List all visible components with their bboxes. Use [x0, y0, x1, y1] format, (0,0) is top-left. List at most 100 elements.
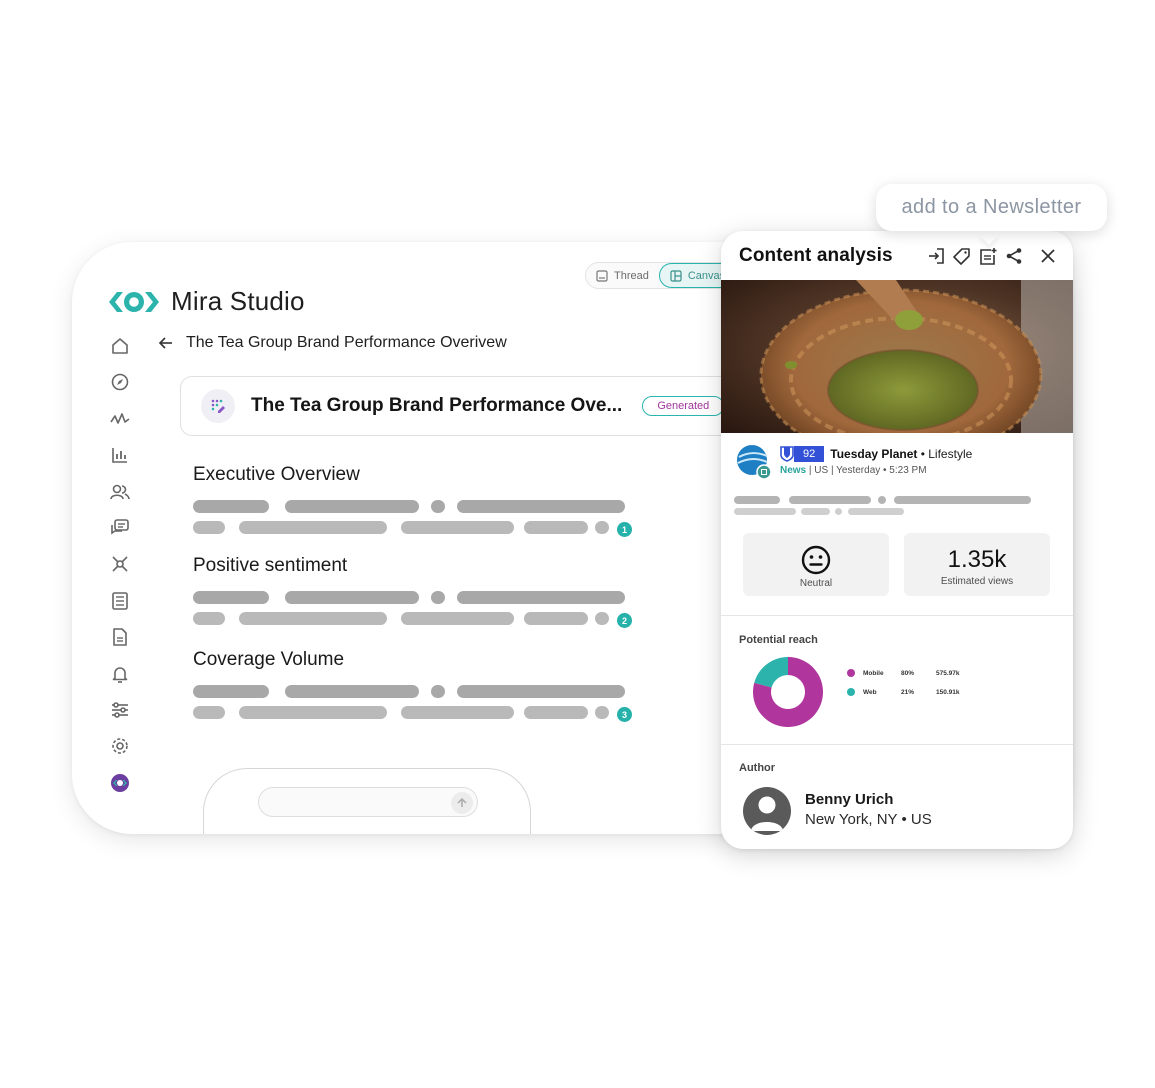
newsletter-icon	[980, 248, 997, 265]
share-button[interactable]	[1005, 247, 1023, 265]
chat-icon	[111, 519, 129, 535]
content-analysis-panel: Content analysis 92 Tuesday Planet • Lif…	[721, 231, 1073, 849]
sidebar	[108, 334, 132, 807]
reach-title: Potential reach	[739, 634, 818, 646]
breadcrumb: The Tea Group Brand Performance Overivew	[158, 334, 507, 352]
brand: Mira Studio	[109, 286, 305, 317]
citation-badge[interactable]: 3	[617, 707, 632, 722]
section-positive-sentiment: Positive sentiment 2	[193, 555, 653, 633]
newsletter-button[interactable]	[979, 247, 997, 265]
toggle-thread[interactable]: Thread	[596, 263, 659, 288]
close-icon	[1041, 249, 1055, 263]
views-label: Estimated views	[940, 576, 1014, 587]
nav-pulse[interactable]	[108, 407, 132, 431]
toggle-thread-label: Thread	[614, 269, 649, 282]
nav-settings[interactable]	[108, 734, 132, 758]
score-value: 92	[794, 446, 825, 462]
placeholder-line	[193, 591, 653, 604]
avatar	[743, 787, 791, 835]
gear-icon	[112, 738, 128, 755]
network-icon	[112, 556, 128, 572]
generated-badge: Generated	[642, 396, 725, 416]
citation-badge[interactable]: 1	[617, 522, 632, 537]
citation-badge[interactable]: 2	[617, 613, 632, 628]
placeholder-line	[193, 685, 653, 698]
people-icon	[110, 484, 130, 499]
nav-home[interactable]	[108, 334, 132, 358]
legend-dot	[847, 669, 855, 677]
legend-pct: 80%	[901, 669, 915, 677]
report-ai-icon	[201, 389, 235, 423]
legend-name: Mobile	[863, 669, 884, 677]
toggle-canvas-label: Canvas	[687, 269, 726, 282]
nav-alerts[interactable]	[108, 662, 132, 686]
reach-donut-chart	[753, 657, 823, 727]
nav-reports[interactable]	[108, 625, 132, 649]
placeholder-line: 2	[193, 612, 653, 628]
report-title: The Tea Group Brand Performance Ove...	[251, 395, 623, 416]
send-button[interactable]	[451, 792, 473, 814]
breadcrumb-title: The Tea Group Brand Performance Overivew	[186, 334, 507, 351]
export-button[interactable]	[927, 247, 945, 265]
close-button[interactable]	[1039, 247, 1057, 265]
meta-text: | US | Yesterday • 5:23 PM	[806, 465, 927, 476]
brand-name: Mira Studio	[171, 286, 305, 316]
author-location: New York, NY • US	[805, 811, 932, 828]
nav-feed[interactable]	[108, 589, 132, 613]
panel-actions	[927, 247, 1057, 265]
nav-mira[interactable]	[108, 771, 132, 795]
author-label: Author	[739, 762, 776, 774]
nav-people[interactable]	[108, 480, 132, 504]
nav-explore[interactable]	[108, 370, 132, 394]
home-icon	[112, 338, 128, 354]
legend-value: 575.97k	[936, 669, 960, 677]
nav-conversations[interactable]	[108, 516, 132, 540]
share-icon	[1006, 248, 1022, 264]
compass-icon	[111, 374, 129, 391]
legend-mobile: Mobile 80% 575.97k	[847, 668, 960, 678]
views-value: 1.35k	[947, 546, 1007, 573]
mira-logo-icon	[111, 773, 129, 792]
source-row: 92 Tuesday Planet • Lifestyle News | US …	[736, 444, 1063, 482]
nav-filters[interactable]	[108, 698, 132, 722]
score-badge: 92	[780, 446, 825, 462]
canvas-icon	[670, 269, 682, 282]
back-arrow-icon[interactable]	[158, 335, 174, 351]
outlet-logo-icon	[737, 445, 772, 480]
section-title: Positive sentiment	[193, 555, 348, 576]
views-card: 1.35k Estimated views	[904, 533, 1050, 596]
pulse-icon	[110, 412, 130, 424]
newsletter-tooltip: add to a Newsletter	[876, 184, 1107, 231]
placeholder-line: 3	[193, 706, 653, 722]
legend-pct: 21%	[901, 688, 915, 696]
nav-network[interactable]	[108, 552, 132, 576]
section-coverage-volume: Coverage Volume 3	[193, 649, 653, 727]
legend-dot	[847, 688, 855, 696]
placeholder-line	[193, 500, 653, 513]
outlet-name[interactable]: Tuesday Planet	[830, 447, 917, 461]
divider	[721, 615, 1073, 616]
sliders-icon	[112, 702, 128, 718]
report-header: The Tea Group Brand Performance Ove... G…	[180, 376, 800, 436]
content-type: News	[780, 465, 807, 476]
article-image	[721, 280, 1073, 433]
divider	[721, 744, 1073, 745]
chat-composer-frame	[203, 768, 531, 834]
tag-button[interactable]	[953, 247, 971, 265]
outlet-category: • Lifestyle	[917, 447, 973, 461]
donut-slice-web	[754, 657, 788, 688]
sentiment-card: Neutral	[743, 533, 889, 596]
section-title: Executive Overview	[193, 464, 360, 485]
chat-input[interactable]	[258, 787, 478, 817]
legend-web: Web 21% 150.91k	[847, 687, 960, 697]
author-name[interactable]: Benny Urich	[805, 791, 893, 808]
mira-logo-icon	[109, 291, 159, 312]
placeholder-line: 1	[193, 521, 653, 537]
nav-analytics[interactable]	[108, 443, 132, 467]
panel-title: Content analysis	[739, 245, 893, 266]
bell-icon	[112, 666, 128, 683]
bar-chart-icon	[112, 448, 127, 463]
user-silhouette-icon	[751, 796, 783, 831]
shield-icon	[780, 446, 794, 462]
sentiment-label: Neutral	[799, 578, 833, 589]
